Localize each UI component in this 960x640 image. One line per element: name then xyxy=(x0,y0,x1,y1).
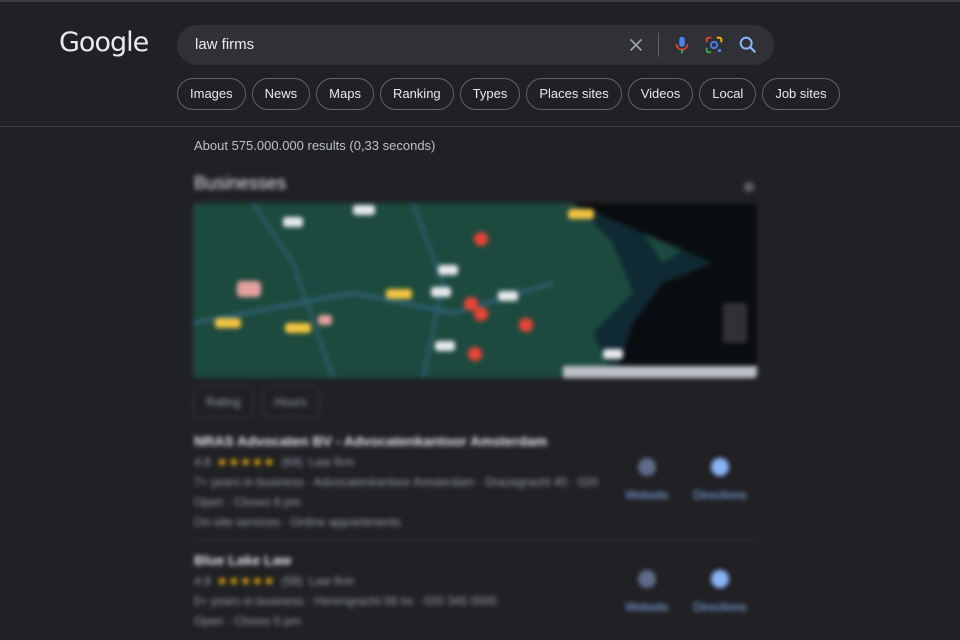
google-logo[interactable]: Google xyxy=(59,27,149,58)
chip-job-sites[interactable]: Job sites xyxy=(762,78,840,110)
directions-icon xyxy=(711,570,729,588)
listing-services: On-site services · Online appointments xyxy=(194,515,401,529)
business-type: Law firm xyxy=(308,574,355,588)
businesses-heading: Businesses xyxy=(194,173,287,193)
chip-images[interactable]: Images xyxy=(177,78,246,110)
chip-videos[interactable]: Videos xyxy=(627,78,694,110)
listing-name[interactable]: NRAS Advocaten BV - Advocatenkantoor Ams… xyxy=(194,433,794,449)
website-button[interactable]: Website xyxy=(612,570,682,614)
search-divider xyxy=(658,33,659,57)
header-divider xyxy=(0,126,960,127)
chip-types[interactable]: Types xyxy=(459,78,521,110)
globe-icon xyxy=(638,458,656,476)
map-graphic xyxy=(193,203,757,378)
rating-value: 4.9 xyxy=(194,574,211,588)
chip-places-sites[interactable]: Places sites xyxy=(526,78,622,110)
search-input[interactable]: law firms xyxy=(195,36,254,53)
website-label: Website xyxy=(625,488,669,502)
star-icons: ★★★★★ xyxy=(216,455,276,469)
business-filters: Rating Hours xyxy=(193,386,320,418)
directions-icon xyxy=(711,458,729,476)
globe-icon xyxy=(638,570,656,588)
directions-button[interactable]: Directions xyxy=(685,458,755,502)
listing-name[interactable]: Blue Lake Law xyxy=(194,552,794,568)
businesses-map[interactable] xyxy=(193,203,757,378)
chip-ranking[interactable]: Ranking xyxy=(379,78,454,110)
directions-button[interactable]: Directions xyxy=(685,570,755,614)
review-count: (64) xyxy=(281,455,303,469)
microphone-icon[interactable] xyxy=(671,34,693,56)
clear-icon[interactable] xyxy=(625,34,647,56)
website-label: Website xyxy=(625,600,669,614)
chip-local[interactable]: Local xyxy=(699,78,757,110)
rating-value: 4.8 xyxy=(194,455,211,469)
search-bar[interactable]: law firms xyxy=(177,25,774,65)
directions-label: Directions xyxy=(693,600,747,614)
lens-icon[interactable] xyxy=(703,34,725,56)
star-icons: ★★★★★ xyxy=(216,574,276,588)
filter-rating[interactable]: Rating xyxy=(193,386,254,418)
result-stats: About 575.000.000 results (0,33 seconds) xyxy=(194,138,436,153)
search-icon[interactable] xyxy=(737,34,759,56)
filter-chips: Images News Maps Ranking Types Places si… xyxy=(177,78,840,110)
more-options-icon[interactable] xyxy=(744,182,754,192)
listing-hours: Open · Closes 5 pm xyxy=(194,614,301,628)
listing-divider xyxy=(194,540,760,541)
businesses-panel: Businesses Rating Hours NRAS Advocaten B… xyxy=(0,160,960,640)
chip-maps[interactable]: Maps xyxy=(316,78,374,110)
top-border xyxy=(0,0,960,2)
business-type: Law firm xyxy=(308,455,355,469)
directions-label: Directions xyxy=(693,488,747,502)
review-count: (58) xyxy=(281,574,303,588)
website-button[interactable]: Website xyxy=(612,458,682,502)
chip-news[interactable]: News xyxy=(251,78,311,110)
filter-hours[interactable]: Hours xyxy=(261,386,320,418)
